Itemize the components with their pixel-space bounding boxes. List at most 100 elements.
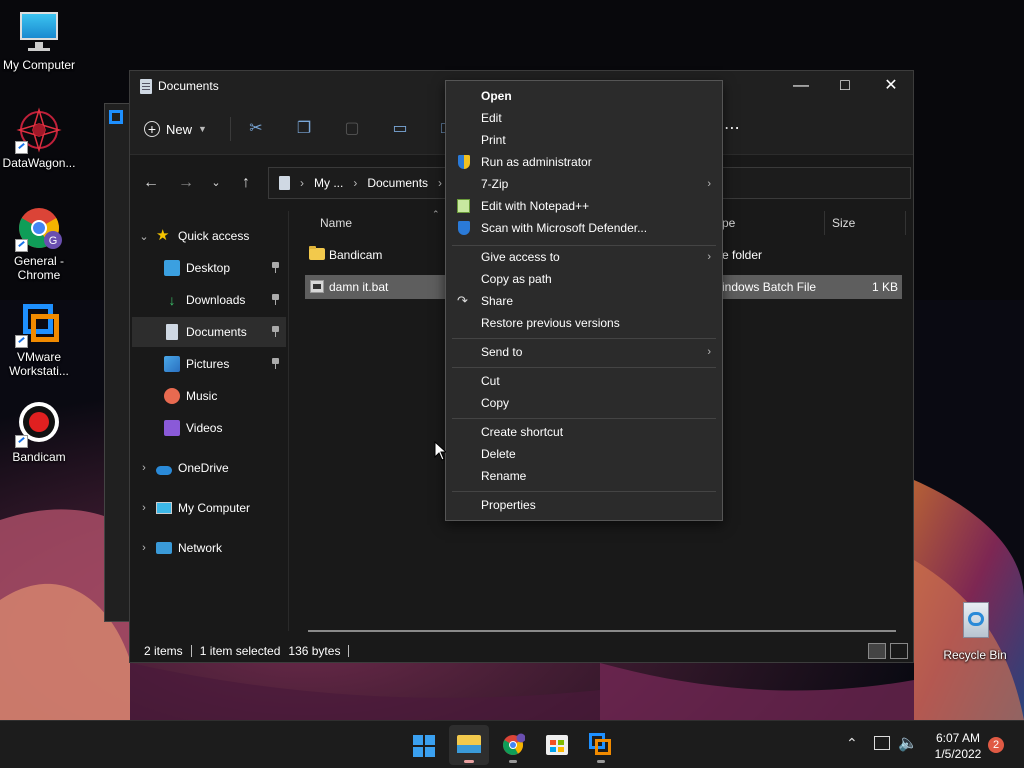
documents-icon (166, 324, 178, 340)
volume-icon[interactable]: 🔈 (898, 733, 918, 753)
cloud-icon (156, 465, 172, 475)
chevron-right-icon[interactable]: › (132, 502, 156, 514)
desktop-icon-datawagon[interactable]: DataWagon... (0, 106, 78, 170)
nav-item-onedrive[interactable]: › OneDrive (132, 453, 286, 483)
column-divider[interactable] (824, 211, 825, 235)
menu-item-copy[interactable]: Copy (447, 392, 721, 414)
menu-item-rename[interactable]: Rename (447, 465, 721, 487)
desktop-icon-chrome[interactable]: G General - Chrome (0, 204, 78, 282)
column-header-type[interactable]: pe (722, 216, 735, 230)
close-button[interactable]: ✕ (868, 71, 914, 103)
recycle-bin-icon (951, 598, 999, 646)
nav-item-desktop[interactable]: Desktop (132, 253, 286, 283)
context-menu: Open Edit Print Run as administrator 7-Z… (445, 80, 723, 521)
taskbar-microsoft-store[interactable] (537, 725, 577, 765)
nav-item-my-computer[interactable]: › My Computer (132, 493, 286, 523)
desktop-icon-vmware[interactable]: VMware Workstati... (0, 300, 78, 378)
navigation-pane: ⌄ ★ Quick access Desktop ↓ Downloads Doc… (130, 211, 288, 631)
menu-separator (452, 418, 716, 419)
taskbar-vmware[interactable] (581, 725, 621, 765)
nav-item-documents[interactable]: Documents (132, 317, 286, 347)
recent-locations-icon[interactable]: ⌄ (204, 171, 228, 195)
menu-item-cut[interactable]: Cut (447, 370, 721, 392)
menu-item-give-access-to[interactable]: Give access to › (447, 246, 721, 268)
active-indicator (464, 760, 474, 763)
running-indicator (597, 760, 605, 763)
menu-item-scan-with-defender[interactable]: Scan with Microsoft Defender... (447, 217, 721, 239)
breadcrumb-my-computer[interactable]: My ... (314, 176, 343, 190)
tiles-view-button[interactable] (890, 643, 908, 659)
horizontal-scrollbar[interactable] (308, 630, 896, 632)
new-button[interactable]: + New ▼ (144, 117, 207, 141)
system-clock[interactable]: 6:07 AM 1/5/2022 (926, 730, 990, 762)
folder-icon (309, 246, 325, 260)
column-header-name[interactable]: Name (320, 216, 352, 230)
menu-item-send-to[interactable]: Send to › (447, 341, 721, 363)
column-header-size[interactable]: Size (832, 216, 855, 230)
menu-item-edit[interactable]: Edit (447, 107, 721, 129)
desktop-icon (164, 260, 180, 276)
breadcrumb-separator-icon: › (438, 176, 443, 190)
music-icon (164, 388, 180, 404)
menu-item-properties[interactable]: Properties (447, 494, 721, 516)
column-divider[interactable] (905, 211, 906, 235)
nav-item-quick-access[interactable]: ⌄ ★ Quick access (132, 221, 286, 251)
start-button[interactable] (404, 725, 444, 765)
minimize-button[interactable]: — (778, 71, 824, 103)
copy-icon[interactable]: ❐ (294, 119, 314, 139)
up-arrow-icon[interactable]: ↑ (234, 171, 258, 195)
cut-icon[interactable]: ✂ (246, 119, 266, 139)
nav-item-music[interactable]: Music (132, 381, 286, 411)
menu-item-copy-as-path[interactable]: Copy as path (447, 268, 721, 290)
menu-item-create-shortcut[interactable]: Create shortcut (447, 421, 721, 443)
status-selected: 1 item selected (199, 644, 281, 658)
windows-logo-icon (413, 735, 435, 757)
menu-item-edit-with-notepad[interactable]: Edit with Notepad++ (447, 195, 721, 217)
menu-item-open[interactable]: Open (447, 85, 721, 107)
paste-icon[interactable]: ▢ (342, 119, 362, 139)
back-arrow-icon[interactable]: ← (139, 171, 163, 195)
menu-item-7-zip[interactable]: 7-Zip › (447, 173, 721, 195)
notification-badge[interactable]: 2 (988, 737, 1004, 753)
desktop-icon-my-computer[interactable]: My Computer (0, 8, 78, 72)
breadcrumb-documents[interactable]: Documents (367, 176, 428, 190)
nav-item-pictures[interactable]: Pictures (132, 349, 286, 379)
maximize-button[interactable]: □ (822, 71, 868, 103)
desktop-icon-recycle-bin[interactable]: Recycle Bin (936, 598, 1014, 662)
breadcrumb-separator-icon: › (300, 176, 304, 190)
chevron-right-icon: › (707, 251, 711, 263)
see-more-icon[interactable]: ⋯ (722, 119, 742, 139)
network-tray-icon[interactable] (874, 736, 890, 750)
nav-item-network[interactable]: › Network (132, 533, 286, 563)
window-title: Documents (158, 79, 219, 93)
forward-arrow-icon[interactable]: → (174, 171, 198, 195)
menu-separator (452, 338, 716, 339)
defender-shield-icon (458, 221, 470, 235)
menu-item-restore-previous-versions[interactable]: Restore previous versions (447, 312, 721, 334)
chevron-right-icon[interactable]: › (132, 462, 156, 474)
monitor-icon (15, 8, 63, 56)
menu-item-print[interactable]: Print (447, 129, 721, 151)
chevron-down-icon[interactable]: ⌄ (132, 230, 156, 243)
taskbar-chrome[interactable] (493, 725, 533, 765)
show-hidden-icons-chevron-icon[interactable]: ⌃ (846, 735, 858, 752)
rename-icon[interactable]: ▭ (390, 119, 410, 139)
menu-item-share[interactable]: ↷ Share (447, 290, 721, 312)
taskbar-file-explorer[interactable] (449, 725, 489, 765)
vmware-icon (109, 110, 123, 124)
menu-item-run-as-administrator[interactable]: Run as administrator (447, 151, 721, 173)
nav-item-downloads[interactable]: ↓ Downloads (132, 285, 286, 315)
mouse-cursor-icon (434, 441, 446, 461)
chrome-icon (503, 733, 525, 755)
nav-item-videos[interactable]: Videos (132, 413, 286, 443)
chevron-right-icon[interactable]: › (132, 542, 156, 554)
datawagon-icon (15, 106, 63, 154)
menu-separator (452, 367, 716, 368)
vmware-icon (15, 300, 63, 348)
desktop-icon-bandicam[interactable]: Bandicam (0, 400, 78, 464)
monitor-icon (156, 502, 172, 514)
menu-item-delete[interactable]: Delete (447, 443, 721, 465)
videos-icon (164, 420, 180, 436)
details-view-button[interactable] (868, 643, 886, 659)
pane-divider[interactable] (288, 211, 289, 631)
